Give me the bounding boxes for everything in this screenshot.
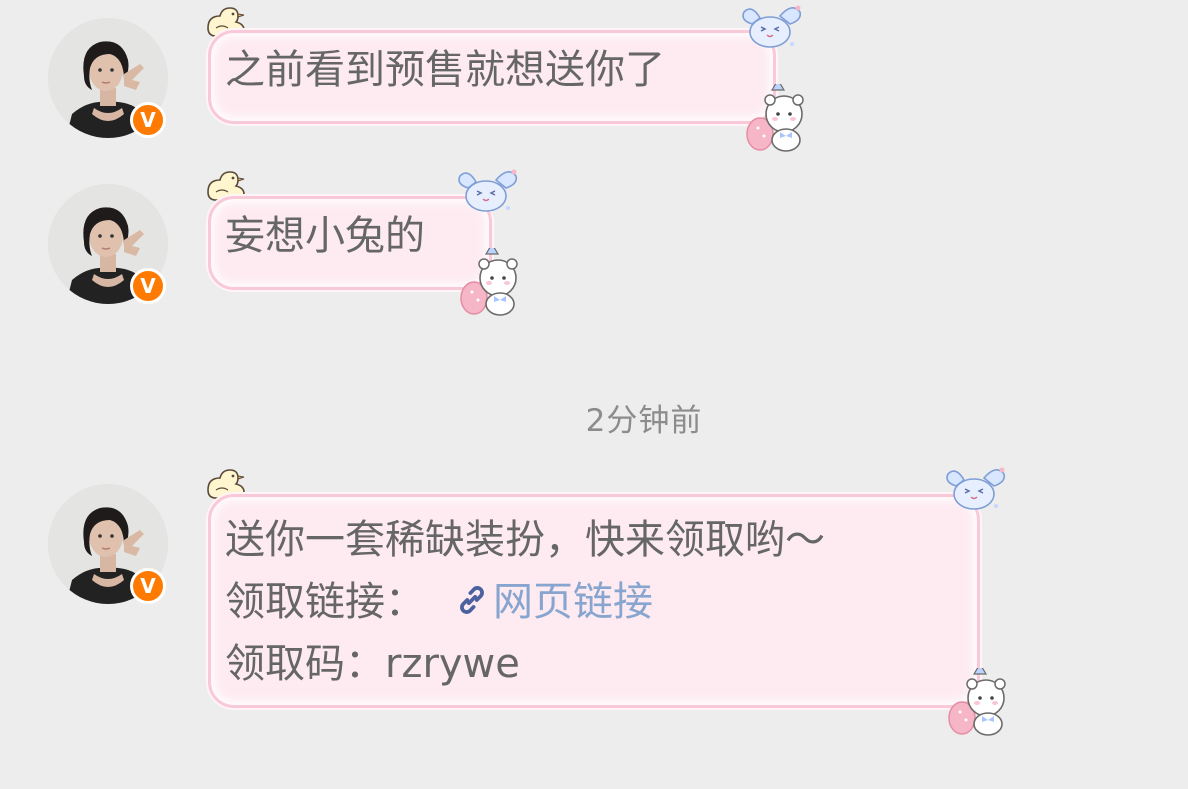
bunny-sticker-icon xyxy=(740,4,804,50)
avatar[interactable]: V xyxy=(48,18,168,138)
link-label: 领取链接： xyxy=(225,579,425,625)
web-link[interactable]: 网页链接 xyxy=(493,579,653,625)
message-bubble[interactable]: 送你一套稀缺装扮，快来领取哟～ 领取链接： 网页链接 领取码：rzrywe xyxy=(208,494,980,708)
timestamp-divider: 2分钟前 xyxy=(585,403,703,439)
bear-sticker-icon xyxy=(742,84,812,154)
message-line-2: 领取链接： 网页链接 xyxy=(225,571,959,633)
link-icon[interactable] xyxy=(453,581,491,619)
message-text: 之前看到预售就想送你了 xyxy=(225,47,665,93)
bunny-sticker-icon xyxy=(944,466,1008,512)
message-line-1: 送你一套稀缺装扮，快来领取哟～ xyxy=(225,517,825,563)
verified-badge-icon: V xyxy=(130,268,166,304)
message-line-3: 领取码：rzrywe xyxy=(225,641,520,687)
bear-sticker-icon xyxy=(456,248,526,318)
avatar[interactable]: V xyxy=(48,184,168,304)
bear-sticker-icon xyxy=(944,668,1014,738)
message-bubble[interactable]: 妄想小兔的 xyxy=(208,196,492,290)
message-text: 妄想小兔的 xyxy=(225,213,425,259)
message-bubble[interactable]: 之前看到预售就想送你了 xyxy=(208,30,776,124)
verified-badge-icon: V xyxy=(130,568,166,604)
bunny-sticker-icon xyxy=(456,168,520,214)
verified-badge-icon: V xyxy=(130,102,166,138)
avatar[interactable]: V xyxy=(48,484,168,604)
chat-screen: V 之前看到预售就想送你了 V 妄想小兔的 2分钟前 V 送你一套稀缺装扮，快来… xyxy=(0,0,1188,789)
